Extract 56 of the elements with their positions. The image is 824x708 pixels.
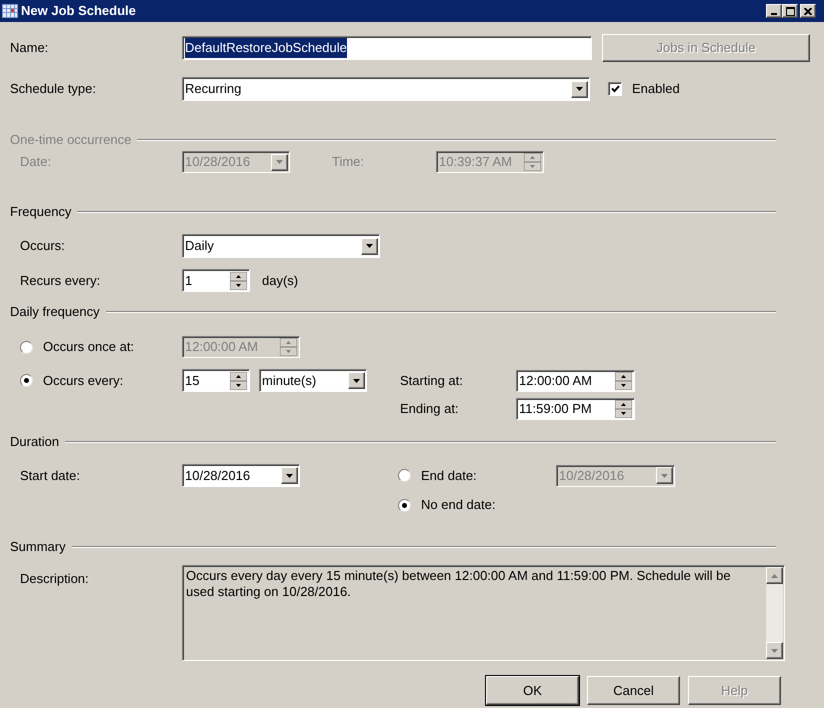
interval-spinner[interactable]: 15: [182, 369, 250, 392]
close-button[interactable]: [800, 4, 816, 18]
unit-dropdown[interactable]: minute(s): [259, 369, 367, 392]
spinner-arrows-icon: [280, 338, 297, 356]
recurs-spinner[interactable]: 1: [182, 269, 250, 292]
name-field[interactable]: DefaultRestoreJobSchedule: [182, 36, 592, 60]
field-label: Start date:: [20, 468, 80, 483]
field-label: Ending at:: [400, 401, 459, 416]
field-label: Time:: [332, 154, 364, 170]
unit-label: day(s): [262, 272, 298, 290]
field-label: Recurs every:: [20, 272, 100, 288]
start-time-spinner[interactable]: 12:00:00 AM: [516, 370, 635, 392]
dialog-button[interactable]: OK: [486, 676, 579, 705]
close-icon: [804, 8, 812, 14]
radio-label: Occurs once at:: [43, 338, 134, 356]
checkbox-label: Enabled: [632, 80, 680, 98]
field-label: Date:: [20, 154, 52, 170]
field-label: Description:: [20, 571, 89, 586]
radio-button[interactable]: [398, 469, 411, 482]
field-label: Starting at:: [400, 372, 463, 388]
radio-button[interactable]: [398, 498, 411, 512]
start-date-dropdown[interactable]: 10/28/2016: [182, 464, 300, 487]
occurs-dropdown[interactable]: Daily: [182, 234, 380, 258]
end-time-spinner[interactable]: 11:59:00 PM: [516, 398, 635, 420]
minimize-icon: [771, 13, 777, 15]
field-label: Schedule type:: [10, 81, 96, 96]
field-label: Name:: [10, 40, 48, 56]
radio-label: Occurs every:: [43, 372, 124, 390]
radio-button[interactable]: [20, 340, 33, 354]
section-header: One-time occurrence: [10, 131, 132, 150]
spinner-arrows-icon: [230, 372, 247, 390]
maximize-icon: [786, 6, 794, 16]
enabled-checkbox[interactable]: [608, 82, 622, 96]
minimize-button[interactable]: [766, 4, 782, 18]
spinner-arrows-icon: [230, 272, 247, 290]
dialog-button[interactable]: Cancel: [587, 676, 680, 705]
down-arrow-icon: [771, 648, 778, 652]
description-field: Occurs every day every 15 minute(s) between 12:00:00 AM and 11:59:00 PM. Schedule will be used starting on 10/28/2016.: [182, 565, 785, 661]
scroll-up-button[interactable]: [766, 567, 783, 584]
schedule-type-dropdown[interactable]: Recurring: [182, 77, 590, 101]
maximize-button[interactable]: [782, 4, 798, 18]
scroll-down-button[interactable]: [766, 642, 783, 659]
section-header: Daily frequency: [10, 303, 100, 322]
section-header: Duration: [10, 433, 60, 452]
spinner-arrows-icon: [524, 153, 541, 171]
spinner-arrows-icon: [615, 372, 632, 390]
section-header: Frequency: [10, 203, 72, 222]
up-arrow-icon: [771, 574, 778, 578]
radio-label: No end date:: [421, 496, 496, 514]
window-title: New Job Schedule: [21, 2, 137, 20]
spinner-arrows-icon: [615, 400, 632, 418]
field-label: Occurs:: [20, 238, 65, 254]
calendar-icon: [2, 4, 18, 18]
radio-label: End date:: [421, 466, 477, 485]
section-header: Summary: [10, 538, 66, 556]
radio-button[interactable]: [20, 374, 33, 387]
